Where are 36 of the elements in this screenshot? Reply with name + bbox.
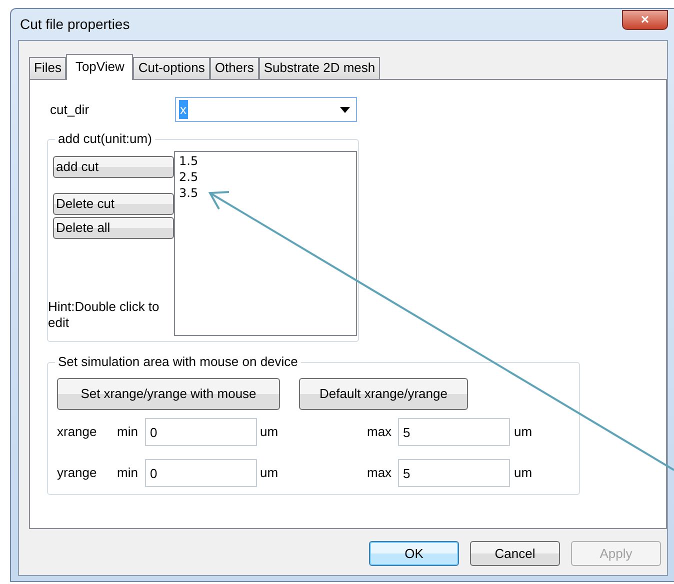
input-field[interactable]: 0 [145,459,257,487]
input-field[interactable]: 0 [145,418,257,446]
field-label: max [367,423,393,442]
tab[interactable]: Substrate 2D mesh [258,57,380,79]
button[interactable]: Default xrange/yrange [299,378,468,410]
tab[interactable]: Cut-options [133,57,210,79]
button[interactable]: Delete all [53,217,174,239]
tab[interactable]: Files [29,57,66,79]
tab[interactable]: Others [210,57,259,79]
button[interactable]: add cut [53,156,174,178]
unit-label: um [260,464,280,482]
row-label: yrange [57,464,98,482]
field-label: min [117,464,139,482]
tab[interactable]: TopView [66,54,134,80]
list-item[interactable]: 3.5 [179,185,352,201]
caret-icon [340,106,350,112]
field-label: max [367,464,393,482]
button[interactable]: Cancel [470,541,560,566]
selected-text: x [179,100,188,120]
list-item[interactable]: 1.5 [179,153,352,169]
unit-label: um [514,464,532,482]
row-label: xrange [57,423,98,442]
button[interactable]: Delete cut [53,193,174,215]
cut-list[interactable]: 1.5 2.5 3.5 [174,151,357,336]
button[interactable]: OK [369,541,459,566]
field-label: cut_dir [50,100,90,119]
hint-text: Hint:Double click to edit [48,299,160,331]
field-label: min [117,423,139,442]
input-field[interactable]: 5 [398,418,510,446]
input-field[interactable]: 5 [398,459,510,487]
unit-label: um [514,423,532,442]
window-title: Cut file properties [20,15,130,34]
group-title: add cut(unit:um) [55,131,155,147]
list-item[interactable]: 2.5 [179,169,352,185]
unit-label: um [260,423,280,442]
button[interactable]: Set xrange/yrange with mouse [57,378,280,410]
